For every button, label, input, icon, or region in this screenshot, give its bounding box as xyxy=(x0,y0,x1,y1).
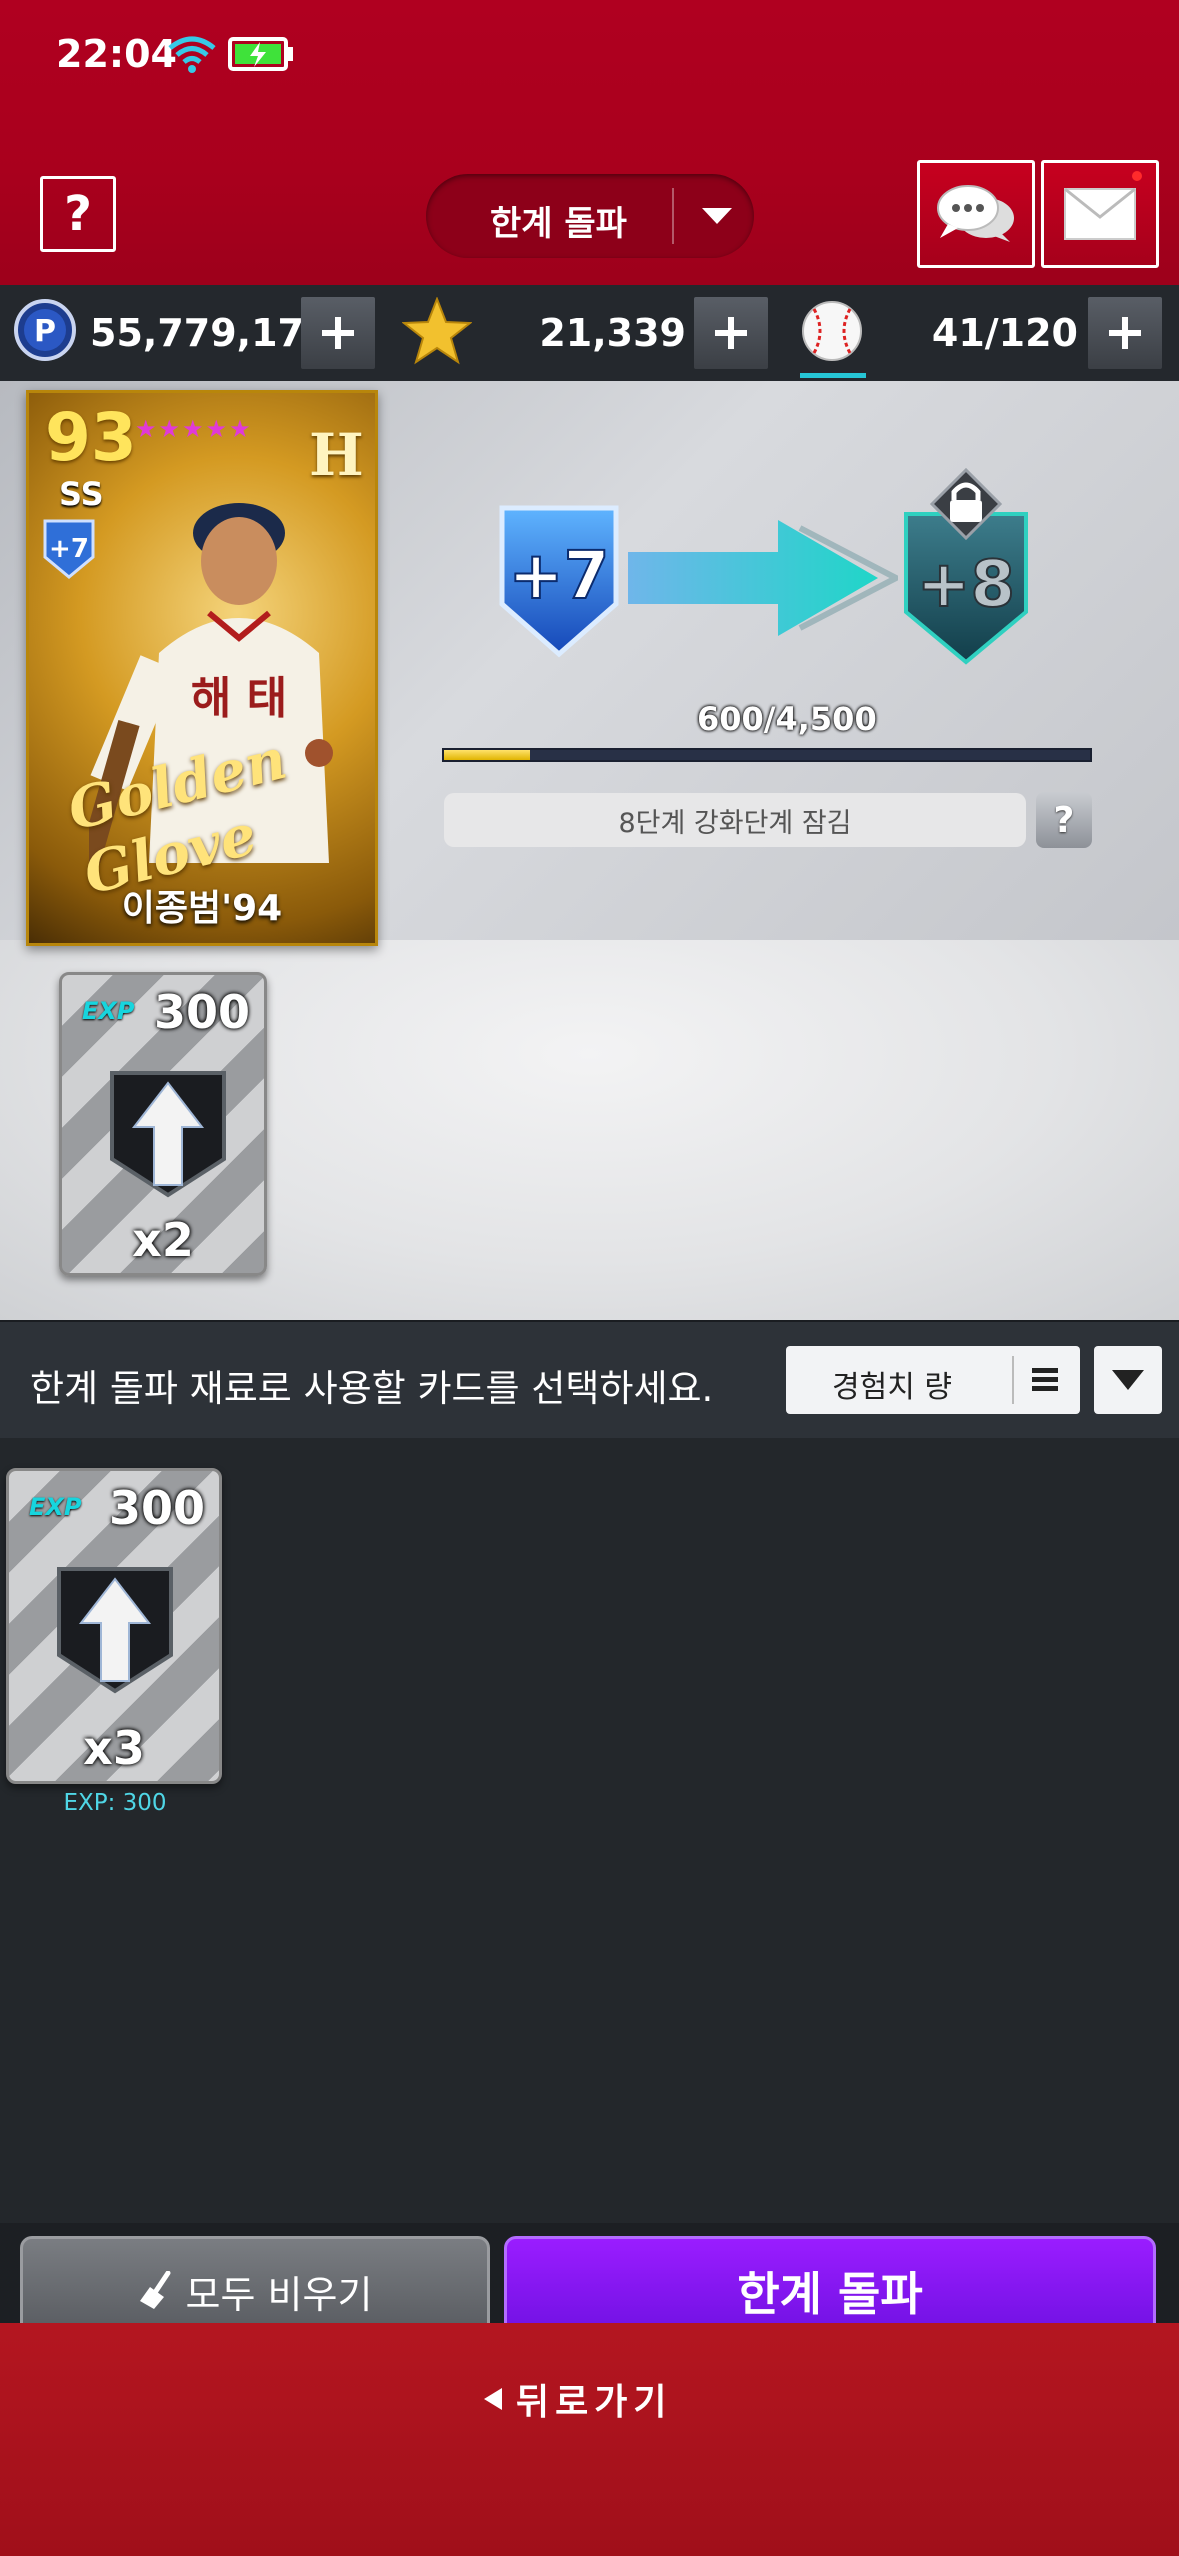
star-icon xyxy=(402,297,472,365)
envelope-icon xyxy=(1064,187,1136,240)
add-points-button[interactable] xyxy=(301,297,375,369)
menu-icon xyxy=(1032,1368,1058,1392)
current-level-shield: +7 xyxy=(499,505,619,658)
back-label: 뒤로가기 xyxy=(516,2382,673,2423)
lock-help-button[interactable]: ? xyxy=(1036,792,1092,848)
add-stars-button[interactable] xyxy=(694,297,768,369)
exp-progress-bar xyxy=(442,748,1092,762)
divider xyxy=(1012,1356,1014,1404)
exp-progress-fill xyxy=(444,750,530,760)
divider xyxy=(672,188,674,244)
points-balance: 55,779,177 xyxy=(90,311,331,355)
points-coin-icon: P xyxy=(14,299,76,361)
inventory-exp-card[interactable]: EXP 300 x3 xyxy=(6,1468,222,1784)
exp-arrow-icon xyxy=(110,1071,226,1198)
next-level-locked-shield: +8 xyxy=(904,467,1028,665)
lock-notice: 8단계 강화단계 잠김 xyxy=(444,793,1026,847)
broom-icon xyxy=(139,2271,171,2309)
next-level-text: +8 xyxy=(917,548,1015,622)
footer xyxy=(0,2323,1179,2556)
baseball-icon xyxy=(802,301,862,361)
mode-dropdown[interactable]: 한계 돌파 xyxy=(426,174,754,258)
card-level-badge: +7 xyxy=(43,519,95,579)
currency-bar: P 55,779,177 21,339 41/120 xyxy=(0,285,1179,381)
player-card[interactable]: 해 태 93 SS ★★★★★ H +7 Golden Glove 이종범'94 xyxy=(26,390,378,946)
select-bar: 한계 돌파 재료로 사용할 카드를 선택하세요. 경험치 량 xyxy=(0,1320,1179,1438)
card-position: SS xyxy=(59,475,104,513)
svg-text:해 태: 해 태 xyxy=(191,673,287,724)
back-arrow-icon xyxy=(484,2388,502,2410)
exp-value: 300 xyxy=(108,1481,205,1535)
select-instruction: 한계 돌파 재료로 사용할 카드를 선택하세요. xyxy=(30,1367,714,1410)
wifi-icon xyxy=(168,36,216,73)
exp-arrow-icon xyxy=(57,1567,173,1694)
status-bar: 22:04 xyxy=(0,0,1179,110)
item-caption: EXP: 300 xyxy=(63,1790,167,1816)
material-quantity: x2 xyxy=(132,1213,194,1267)
points-coin-letter: P xyxy=(34,314,56,349)
team-logo: H xyxy=(309,421,364,489)
sort-direction-button[interactable] xyxy=(1094,1346,1162,1414)
exp-label: EXP xyxy=(29,1493,82,1521)
current-level-text: +7 xyxy=(508,537,609,614)
exp-label: EXP xyxy=(82,997,135,1025)
top-header: 22:04 ? 한계 돌파 xyxy=(0,0,1179,285)
chat-button[interactable] xyxy=(917,160,1035,268)
back-button[interactable]: 뒤로가기 xyxy=(484,2374,672,2424)
sort-label: 경험치 량 xyxy=(832,1370,952,1405)
chevron-down-icon xyxy=(702,208,732,224)
exp-value: 300 xyxy=(153,985,250,1039)
clear-all-label: 모두 비우기 xyxy=(185,2272,373,2317)
exp-progress-text: 600/4,500 xyxy=(697,700,877,738)
card-star-rating: ★★★★★ xyxy=(135,415,253,443)
status-time: 22:04 xyxy=(56,32,177,76)
sort-dropdown[interactable]: 경험치 량 xyxy=(786,1346,1080,1414)
card-level-text: +7 xyxy=(49,534,89,564)
mode-dropdown-label: 한계 돌파 xyxy=(490,204,627,244)
balls-balance: 41/120 xyxy=(931,311,1078,355)
stars-balance: 21,339 xyxy=(539,311,686,355)
mail-button[interactable] xyxy=(1041,160,1159,268)
add-balls-button[interactable] xyxy=(1088,297,1162,369)
active-indicator xyxy=(800,373,866,378)
battery-charging-icon xyxy=(228,37,293,71)
card-overall-rating: 93 xyxy=(45,399,137,476)
notification-dot xyxy=(1132,171,1142,181)
arrow-right-icon xyxy=(628,520,898,636)
help-button[interactable]: ? xyxy=(40,176,116,252)
material-slot-card[interactable]: EXP 300 x2 xyxy=(59,972,267,1276)
item-quantity: x3 xyxy=(83,1721,145,1775)
chat-bubble-icon xyxy=(937,185,1014,242)
player-name: 이종범'94 xyxy=(121,888,283,929)
